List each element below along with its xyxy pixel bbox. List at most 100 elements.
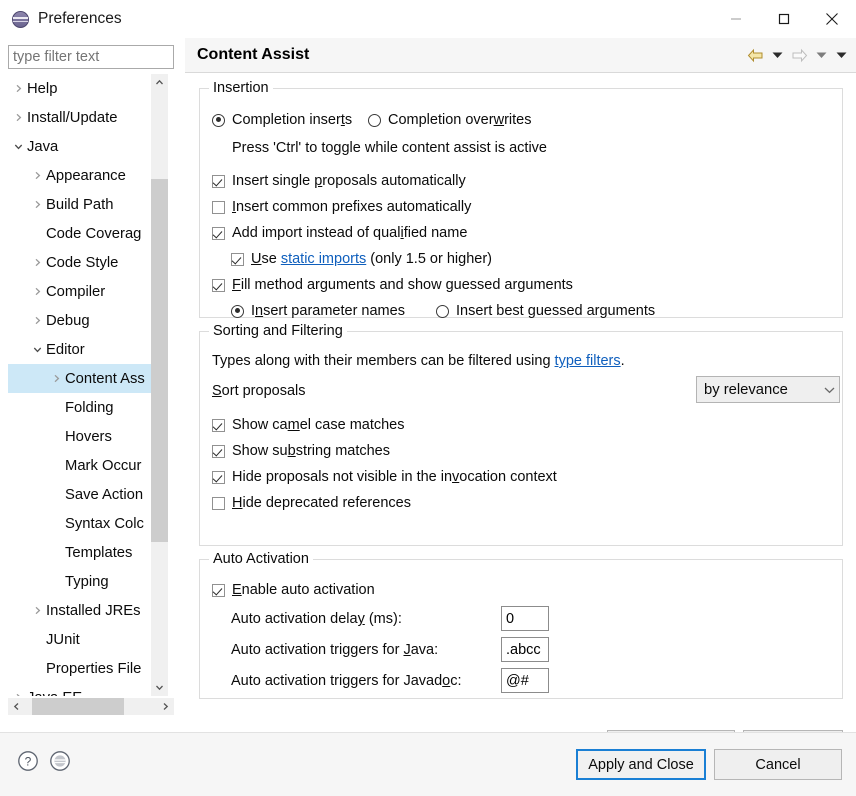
insert-single-proposals-checkbox[interactable]: Insert single proposals automatically bbox=[212, 173, 466, 189]
tree-item-label: Typing bbox=[65, 573, 109, 590]
use-static-imports-checkbox[interactable]: Use static imports (only 1.5 or higher) bbox=[231, 251, 492, 267]
description-prefix: Types along with their members can be fi… bbox=[212, 353, 555, 369]
hide-deprecated-checkbox[interactable]: Hide deprecated references bbox=[212, 495, 411, 511]
tree-item[interactable]: Editor bbox=[8, 335, 158, 364]
maximize-icon[interactable] bbox=[760, 0, 808, 38]
chevron-right-icon[interactable] bbox=[10, 113, 27, 122]
chevron-down-icon[interactable] bbox=[832, 45, 850, 65]
tree-vertical-scrollbar[interactable] bbox=[151, 74, 168, 696]
dialog-footer: ? Apply and Close Cancel bbox=[0, 732, 856, 796]
tree-item[interactable]: Syntax Colc bbox=[8, 509, 158, 538]
chevron-down-icon[interactable] bbox=[812, 45, 830, 65]
page-title: Content Assist bbox=[197, 46, 310, 63]
scroll-down-icon[interactable] bbox=[151, 679, 168, 696]
chevron-right-icon[interactable] bbox=[29, 316, 46, 325]
checkbox-indicator bbox=[212, 278, 225, 292]
scrollbar-thumb[interactable] bbox=[32, 698, 124, 715]
preferences-tree[interactable]: Help Install/Update Java Appearance Build Pa… bbox=[8, 74, 174, 696]
chevron-right-icon[interactable] bbox=[29, 287, 46, 296]
checkbox-indicator bbox=[212, 418, 225, 432]
completion-inserts-radio[interactable]: Completion inserts bbox=[212, 112, 352, 128]
enable-auto-activation-checkbox[interactable]: Enable auto activation bbox=[212, 582, 375, 598]
tree-item[interactable]: Debug bbox=[8, 306, 158, 335]
tree-item-label: Mark Occur bbox=[65, 457, 142, 474]
tree-item[interactable]: Appearance bbox=[8, 161, 158, 190]
show-substring-checkbox[interactable]: Show substring matches bbox=[212, 443, 390, 459]
tree-horizontal-scrollbar[interactable] bbox=[8, 698, 174, 715]
apply-and-close-label: Apply and Close bbox=[588, 756, 694, 773]
svg-text:?: ? bbox=[25, 755, 32, 769]
chevron-right-icon[interactable] bbox=[10, 84, 27, 93]
tree-item[interactable]: Compiler bbox=[8, 277, 158, 306]
tree-item[interactable]: Java EE bbox=[8, 683, 158, 696]
type-filters-link[interactable]: type filters bbox=[555, 353, 621, 369]
static-imports-suffix: (only 1.5 or higher) bbox=[366, 251, 492, 267]
insertion-legend: Insertion bbox=[209, 80, 273, 96]
completion-overwrites-radio[interactable]: Completion overwrites bbox=[368, 112, 531, 128]
tree-item[interactable]: Hovers bbox=[8, 422, 158, 451]
enable-auto-activation-label: Enable auto activation bbox=[232, 582, 375, 598]
minimize-icon[interactable] bbox=[712, 0, 760, 38]
insert-common-prefixes-checkbox[interactable]: Insert common prefixes automatically bbox=[212, 199, 471, 215]
tree-item[interactable]: Code Coverag bbox=[8, 219, 158, 248]
hide-deprecated-label: Hide deprecated references bbox=[232, 495, 411, 511]
static-imports-link[interactable]: static imports bbox=[281, 251, 366, 267]
tree-item[interactable]: Folding bbox=[8, 393, 158, 422]
completion-inserts-label: Completion inserts bbox=[232, 112, 353, 128]
tree-item[interactable]: Mark Occur bbox=[8, 451, 158, 480]
sort-proposals-combo[interactable]: by relevance bbox=[696, 376, 840, 403]
checkbox-indicator bbox=[212, 470, 225, 484]
chevron-right-icon[interactable] bbox=[29, 171, 46, 180]
scrollbar-thumb[interactable] bbox=[151, 179, 168, 542]
auto-activation-javadoc-input[interactable] bbox=[501, 668, 549, 693]
tree-item-label: Code Style bbox=[46, 254, 119, 271]
scroll-up-icon[interactable] bbox=[151, 74, 168, 91]
page-header: Content Assist bbox=[185, 38, 856, 73]
tree-item[interactable]: Content Ass bbox=[8, 364, 158, 393]
tree-item[interactable]: Templates bbox=[8, 538, 158, 567]
close-icon[interactable] bbox=[808, 0, 856, 38]
checkbox-indicator bbox=[212, 444, 225, 458]
chevron-right-icon[interactable] bbox=[29, 258, 46, 267]
hide-proposals-checkbox[interactable]: Hide proposals not visible in the invoca… bbox=[212, 469, 557, 485]
chevron-down-icon[interactable] bbox=[768, 45, 786, 65]
show-camel-case-checkbox[interactable]: Show camel case matches bbox=[212, 417, 405, 433]
tree-item-label: Installed JREs bbox=[46, 602, 141, 619]
tree-item[interactable]: Java bbox=[8, 132, 158, 161]
tree-item[interactable]: Typing bbox=[8, 567, 158, 596]
tree-item[interactable]: Properties File bbox=[8, 654, 158, 683]
scroll-left-icon[interactable] bbox=[8, 698, 25, 715]
chevron-right-icon[interactable] bbox=[29, 606, 46, 615]
chevron-down-icon[interactable] bbox=[10, 142, 27, 151]
cancel-button[interactable]: Cancel bbox=[714, 749, 842, 780]
back-arrow-icon[interactable] bbox=[744, 45, 766, 65]
chevron-right-icon[interactable] bbox=[48, 374, 65, 383]
scroll-right-icon[interactable] bbox=[157, 698, 174, 715]
tree-item[interactable]: Installed JREs bbox=[8, 596, 158, 625]
page-content: Insertion Completion inserts Completion … bbox=[185, 74, 856, 757]
chevron-right-icon[interactable] bbox=[10, 693, 27, 696]
tree-item[interactable]: Help bbox=[8, 74, 158, 103]
insert-best-guessed-radio[interactable]: Insert best guessed arguments bbox=[436, 303, 655, 319]
filter-input[interactable] bbox=[8, 45, 174, 69]
ctrl-toggle-hint: Press 'Ctrl' to toggle while content ass… bbox=[232, 140, 547, 156]
chevron-right-icon[interactable] bbox=[29, 200, 46, 209]
tree-item[interactable]: Save Action bbox=[8, 480, 158, 509]
page-navigation bbox=[744, 45, 850, 65]
tree-item-label: Appearance bbox=[46, 167, 126, 184]
tree-item[interactable]: Code Style bbox=[8, 248, 158, 277]
tree-item[interactable]: JUnit bbox=[8, 625, 158, 654]
eclipse-globe-icon[interactable] bbox=[49, 750, 71, 776]
auto-activation-java-input[interactable] bbox=[501, 637, 549, 662]
apply-and-close-button[interactable]: Apply and Close bbox=[576, 749, 706, 780]
window-title: Preferences bbox=[38, 10, 122, 27]
fill-method-arguments-checkbox[interactable]: Fill method arguments and show guessed a… bbox=[212, 277, 573, 293]
tree-item[interactable]: Install/Update bbox=[8, 103, 158, 132]
add-import-checkbox[interactable]: Add import instead of qualified name bbox=[212, 225, 467, 241]
tree-item[interactable]: Build Path bbox=[8, 190, 158, 219]
auto-activation-delay-input[interactable] bbox=[501, 606, 549, 631]
help-question-icon[interactable]: ? bbox=[17, 750, 39, 776]
chevron-down-icon bbox=[824, 382, 835, 398]
chevron-down-icon[interactable] bbox=[29, 345, 46, 354]
insert-parameter-names-radio[interactable]: Insert parameter names bbox=[231, 303, 405, 319]
